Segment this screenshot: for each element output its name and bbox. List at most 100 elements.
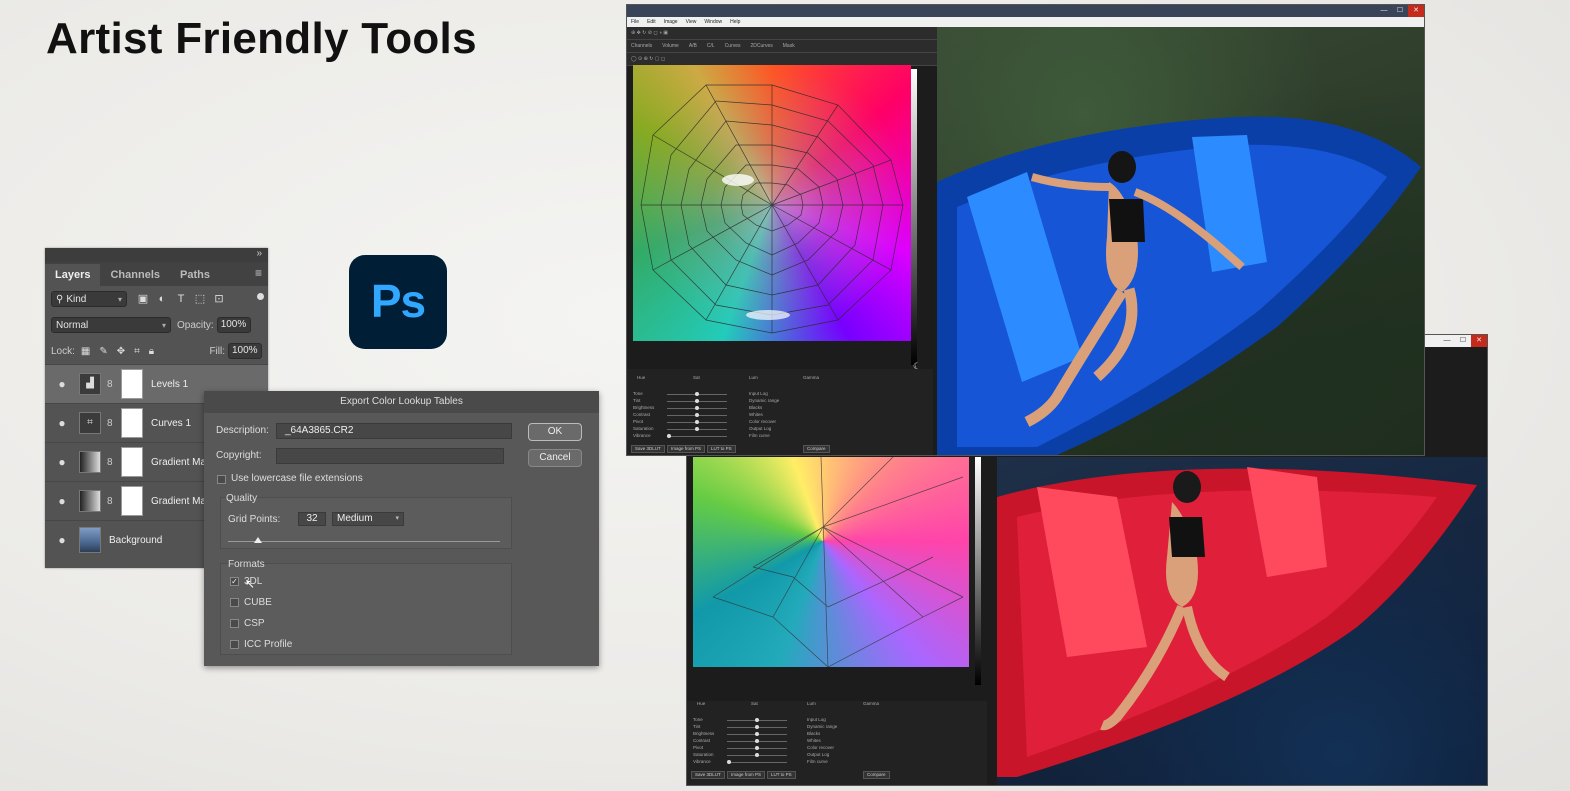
tab-mask-mode[interactable]: Mask (783, 40, 795, 52)
menu-window[interactable]: Window (704, 17, 722, 27)
toolbar-icons[interactable]: ⊕ ✥ ↻ ⊘ ◻ ◑ ▣ (631, 30, 668, 36)
close-icon[interactable]: ✕ (1471, 335, 1487, 347)
contrast-slider[interactable] (667, 413, 727, 417)
description-input[interactable]: _64A3865.CR2 (276, 423, 512, 439)
filter-toggle-icon[interactable] (257, 293, 264, 300)
pivot-slider[interactable] (667, 420, 727, 424)
pivot-slider[interactable] (727, 746, 787, 750)
lut-to-ps-button[interactable]: LUT to PS (707, 445, 736, 453)
fill-field[interactable]: 100% (228, 343, 262, 359)
ok-button[interactable]: OK (528, 423, 582, 441)
menu-view[interactable]: View (686, 17, 697, 27)
menu-file[interactable]: File (631, 17, 639, 27)
saturation-slider[interactable] (727, 753, 787, 757)
tone-slider[interactable] (727, 718, 787, 722)
maximize-icon[interactable]: ☐ (1392, 5, 1408, 17)
luminance-slider[interactable] (911, 69, 917, 365)
lock-row: Lock: ▦ ✎ ✥ ⌗ 🔒︎ Fill: 100% (45, 338, 268, 364)
vibrance-slider[interactable] (727, 760, 787, 764)
lowercase-checkbox[interactable] (217, 475, 226, 484)
tone-slider[interactable] (667, 392, 727, 396)
slide-title: Artist Friendly Tools (46, 14, 477, 63)
layer-mask-thumbnail[interactable] (121, 408, 143, 438)
lock-position-icon[interactable]: ✥ (117, 346, 125, 357)
saturation-slider[interactable] (667, 427, 727, 431)
compare-button[interactable]: Compare (863, 771, 890, 779)
visibility-eye-icon[interactable]: ● (55, 416, 69, 430)
format-checkbox-3dl[interactable]: ✓ (230, 577, 239, 586)
blend-mode-select[interactable]: Normal ▾ (51, 317, 171, 333)
tint-label: Tint (693, 724, 701, 729)
tab-2dcurves-mode[interactable]: 2DCurves (751, 40, 773, 52)
contrast-slider[interactable] (727, 739, 787, 743)
color-grid-canvas[interactable] (693, 457, 969, 667)
filter-row: ⚲ Kind ▾ ▣ ◐ T ⬚ ⊡ (45, 286, 268, 312)
luminance-slider[interactable] (975, 457, 981, 685)
format-checkbox-icc[interactable] (230, 640, 239, 649)
panel-menu-icon[interactable]: ≡ (255, 266, 262, 280)
menu-image[interactable]: Image (664, 17, 678, 27)
copyright-input[interactable] (276, 448, 504, 464)
maximize-icon[interactable]: ☐ (1455, 335, 1471, 347)
menu-edit[interactable]: Edit (647, 17, 656, 27)
vibrance-slider[interactable] (667, 434, 727, 438)
tab-layers[interactable]: Layers (45, 264, 101, 286)
visibility-eye-icon[interactable]: ● (55, 533, 69, 547)
close-icon[interactable]: ✕ (1408, 5, 1424, 17)
tab-ab-mode[interactable]: A/B (689, 40, 697, 52)
lock-transparency-icon[interactable]: ▦ (81, 346, 90, 357)
image-from-ps-button[interactable]: Image from PS (727, 771, 766, 779)
brightness-slider[interactable] (667, 406, 727, 410)
tab-channels[interactable]: Channels (100, 264, 170, 286)
brightness-slider[interactable] (727, 732, 787, 736)
lock-label: Lock: (51, 345, 75, 357)
menu-help[interactable]: Help (730, 17, 740, 27)
image-from-ps-button[interactable]: Image from PS (667, 445, 706, 453)
contrast-label: Contrast (633, 412, 651, 417)
opacity-field[interactable]: 100% (216, 317, 251, 333)
tone-label: Tone (633, 391, 643, 396)
layer-mask-thumbnail[interactable] (121, 369, 143, 399)
save-3dlut-button[interactable]: Save 3DLUT (691, 771, 725, 779)
lock-all-icon[interactable]: 🔒︎ (149, 346, 154, 357)
quality-slider-thumb[interactable] (254, 537, 262, 543)
visibility-eye-icon[interactable]: ● (55, 377, 69, 391)
lock-paint-icon[interactable]: ✎ (99, 346, 107, 357)
tab-curves-mode[interactable]: Curves (725, 40, 741, 52)
shape-filter-icon[interactable]: ⬚ (194, 293, 206, 305)
collapse-icon[interactable]: » (256, 248, 262, 259)
grid-points-input[interactable]: 32 (298, 512, 326, 526)
layer-name: Levels 1 (151, 378, 189, 390)
lock-artboard-icon[interactable]: ⌗ (134, 346, 140, 357)
fill-label: Fill: (209, 345, 225, 357)
cancel-button[interactable]: Cancel (528, 449, 582, 467)
tint-slider[interactable] (667, 399, 727, 403)
quality-preset-select[interactable]: Medium ▾ (332, 512, 404, 526)
layer-mask-thumbnail[interactable] (121, 447, 143, 477)
grid-tool-icons[interactable]: ◯ ⊙ ⊕ ↻ ▢ ◻ (631, 56, 665, 62)
save-3dlut-button[interactable]: Save 3DLUT (631, 445, 665, 453)
tab-cl-mode[interactable]: C/L (707, 40, 715, 52)
layer-mask-thumbnail[interactable] (121, 486, 143, 516)
tint-slider[interactable] (727, 725, 787, 729)
pixel-filter-icon[interactable]: ▣ (137, 293, 149, 305)
minimize-icon[interactable]: — (1376, 5, 1392, 17)
tab-volume-mode[interactable]: Volume (662, 40, 679, 52)
tab-paths[interactable]: Paths (170, 264, 220, 286)
film-curve-label: Film curve (807, 759, 828, 764)
lut-to-ps-button[interactable]: LUT to PS (767, 771, 796, 779)
tab-channels-mode[interactable]: Channels (631, 40, 652, 52)
kind-filter-select[interactable]: ⚲ Kind ▾ (51, 291, 127, 307)
visibility-eye-icon[interactable]: ● (55, 455, 69, 469)
compare-button[interactable]: Compare (803, 445, 830, 453)
color-grid-canvas[interactable] (633, 65, 911, 341)
smart-object-filter-icon[interactable]: ⊡ (213, 293, 225, 305)
format-checkbox-csp[interactable] (230, 619, 239, 628)
adjustment-filter-icon[interactable]: ◐ (156, 293, 168, 305)
brightness-label: Brightness (693, 731, 715, 736)
minimize-icon[interactable]: — (1439, 335, 1455, 347)
quality-slider[interactable] (228, 541, 500, 542)
visibility-eye-icon[interactable]: ● (55, 494, 69, 508)
format-checkbox-cube[interactable] (230, 598, 239, 607)
type-filter-icon[interactable]: T (175, 293, 187, 305)
